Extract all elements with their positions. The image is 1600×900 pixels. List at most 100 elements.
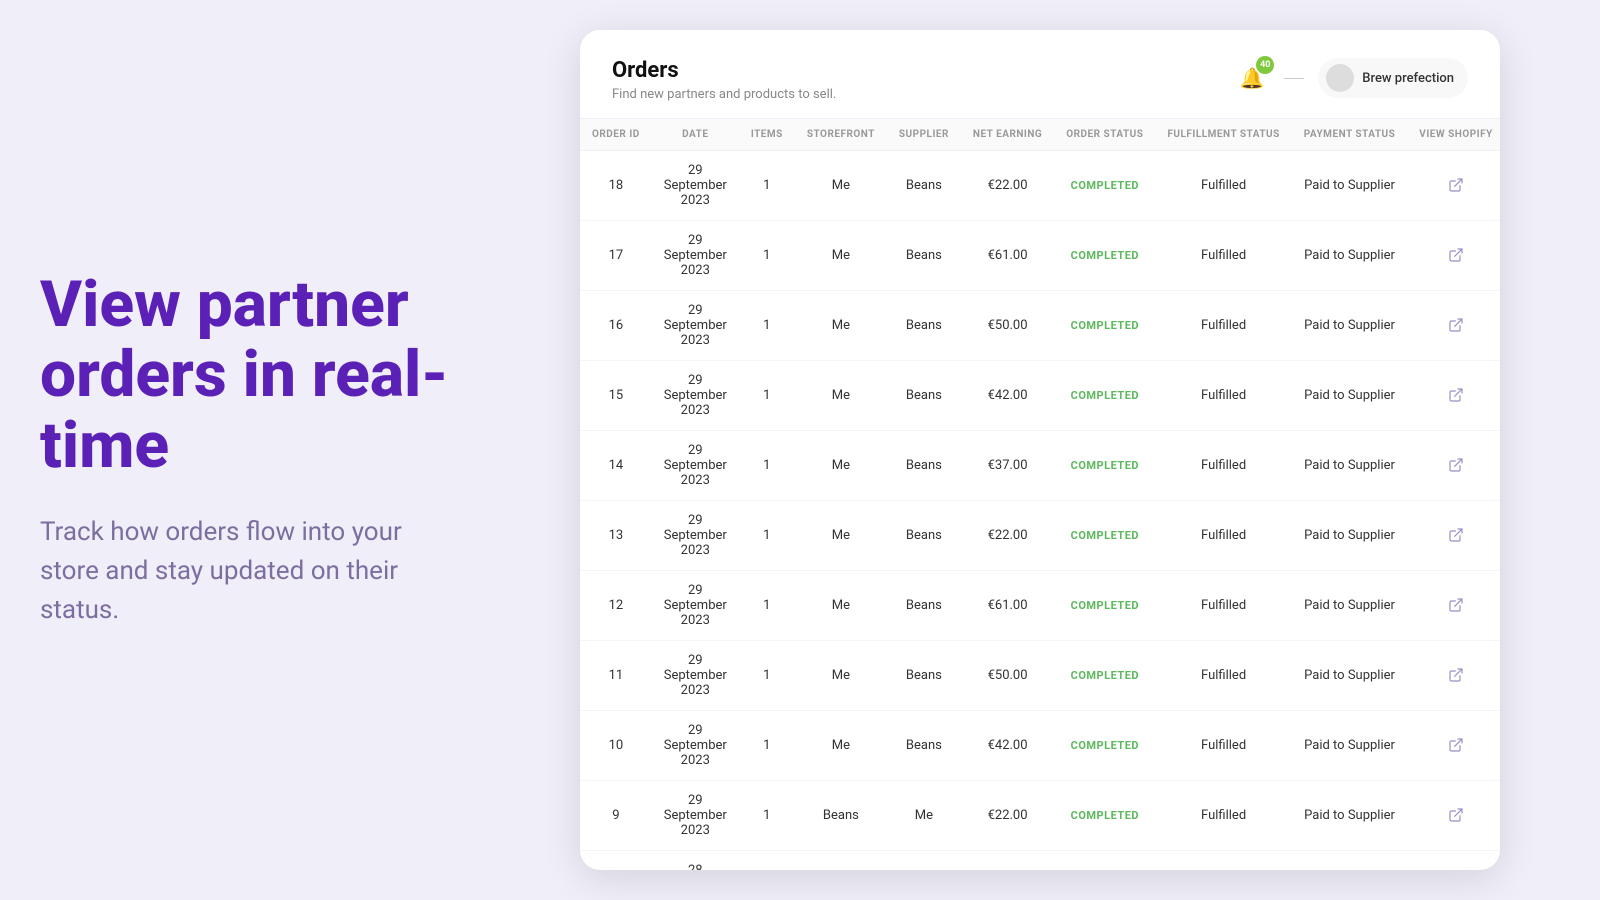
- cell-supplier: Beans: [887, 221, 961, 291]
- cell-order-id: 16: [580, 291, 652, 361]
- left-panel: View partner orders in real-time Track h…: [0, 230, 500, 670]
- cell-storefront: Me: [795, 361, 887, 431]
- orders-table: ORDER ID DATE ITEMS STOREFRONT SUPPLIER …: [580, 119, 1500, 870]
- cell-payment: Paid to Supplier: [1292, 431, 1408, 501]
- view-shopify-icon[interactable]: [1445, 664, 1467, 686]
- cell-supplier: Beans: [887, 571, 961, 641]
- user-info[interactable]: Brew prefection: [1318, 58, 1468, 98]
- cell-view-shopify[interactable]: [1407, 151, 1500, 221]
- cell-supplier: Beans: [887, 151, 961, 221]
- cell-order-id: 15: [580, 361, 652, 431]
- cell-date: 29 September 2023: [652, 571, 739, 641]
- table-row: 8 28 September 2023 1 Beans Me €37.00 CO…: [580, 851, 1500, 871]
- cell-order-id: 10: [580, 711, 652, 781]
- cell-earning: €61.00: [961, 571, 1054, 641]
- view-shopify-icon[interactable]: [1445, 734, 1467, 756]
- cell-earning: €37.00: [961, 431, 1054, 501]
- col-supplier: SUPPLIER: [887, 119, 961, 151]
- cell-order-status: COMPLETED: [1054, 431, 1155, 501]
- view-shopify-icon[interactable]: [1445, 804, 1467, 826]
- cell-date: 29 September 2023: [652, 291, 739, 361]
- cell-storefront: Me: [795, 501, 887, 571]
- cell-storefront: Me: [795, 641, 887, 711]
- view-shopify-icon[interactable]: [1445, 454, 1467, 476]
- cell-supplier: Beans: [887, 501, 961, 571]
- cell-view-shopify[interactable]: [1407, 431, 1500, 501]
- cell-view-shopify[interactable]: [1407, 501, 1500, 571]
- cell-items: 1: [739, 221, 795, 291]
- table-row: 18 29 September 2023 1 Me Beans €22.00 C…: [580, 151, 1500, 221]
- cell-order-id: 13: [580, 501, 652, 571]
- cell-fulfillment: Fulfilled: [1155, 151, 1291, 221]
- cell-payment: Paid to Supplier: [1292, 711, 1408, 781]
- cell-payment: Paid to Supplier: [1292, 291, 1408, 361]
- cell-date: 29 September 2023: [652, 711, 739, 781]
- cell-earning: €42.00: [961, 711, 1054, 781]
- col-storefront: STOREFRONT: [795, 119, 887, 151]
- notification-bell[interactable]: 🔔 40: [1234, 60, 1270, 96]
- cell-earning: €50.00: [961, 641, 1054, 711]
- cell-date: 29 September 2023: [652, 501, 739, 571]
- cell-supplier: Beans: [887, 711, 961, 781]
- header-divider: [1284, 78, 1304, 79]
- avatar: [1326, 64, 1354, 92]
- cell-fulfillment: Fulfilled: [1155, 781, 1291, 851]
- col-view-shopify: VIEW SHOPIFY: [1407, 119, 1500, 151]
- cell-payment: Paid to Supplier: [1292, 361, 1408, 431]
- cell-fulfillment: Fulfilled: [1155, 431, 1291, 501]
- cell-supplier: Beans: [887, 641, 961, 711]
- cell-fulfillment: Fulfilled: [1155, 221, 1291, 291]
- header-right: 🔔 40 Brew prefection: [1234, 58, 1468, 98]
- cell-earning: €22.00: [961, 781, 1054, 851]
- view-shopify-icon[interactable]: [1445, 384, 1467, 406]
- table-row: 17 29 September 2023 1 Me Beans €61.00 C…: [580, 221, 1500, 291]
- view-shopify-icon[interactable]: [1445, 524, 1467, 546]
- cell-order-status: COMPLETED: [1054, 781, 1155, 851]
- cell-view-shopify[interactable]: [1407, 781, 1500, 851]
- cell-fulfillment: Fulfilled: [1155, 361, 1291, 431]
- view-shopify-icon[interactable]: [1445, 594, 1467, 616]
- table-container: ORDER ID DATE ITEMS STOREFRONT SUPPLIER …: [580, 119, 1500, 870]
- hero-subtitle: Track how orders flow into your store an…: [40, 513, 460, 630]
- cell-storefront: Me: [795, 571, 887, 641]
- cell-items: 1: [739, 851, 795, 871]
- view-shopify-icon[interactable]: [1445, 174, 1467, 196]
- table-body: 18 29 September 2023 1 Me Beans €22.00 C…: [580, 151, 1500, 871]
- cell-order-id: 11: [580, 641, 652, 711]
- orders-title: Orders: [612, 58, 836, 83]
- cell-order-status: COMPLETED: [1054, 221, 1155, 291]
- cell-order-id: 18: [580, 151, 652, 221]
- card-header: Orders Find new partners and products to…: [580, 30, 1500, 119]
- cell-storefront: Me: [795, 291, 887, 361]
- cell-payment: Paid to Supplier: [1292, 641, 1408, 711]
- cell-supplier: Beans: [887, 361, 961, 431]
- view-shopify-icon[interactable]: [1445, 314, 1467, 336]
- table-row: 14 29 September 2023 1 Me Beans €37.00 C…: [580, 431, 1500, 501]
- cell-items: 1: [739, 571, 795, 641]
- col-net-earning: NET EARNING: [961, 119, 1054, 151]
- cell-order-status: COMPLETED: [1054, 151, 1155, 221]
- cell-fulfillment: Fulfilled: [1155, 711, 1291, 781]
- cell-view-shopify[interactable]: [1407, 221, 1500, 291]
- cell-earning: €42.00: [961, 361, 1054, 431]
- cell-order-id: 8: [580, 851, 652, 871]
- cell-date: 29 September 2023: [652, 781, 739, 851]
- cell-items: 1: [739, 641, 795, 711]
- cell-items: 1: [739, 151, 795, 221]
- cell-view-shopify[interactable]: [1407, 711, 1500, 781]
- cell-order-status: COMPLETED: [1054, 361, 1155, 431]
- orders-subtitle: Find new partners and products to sell.: [612, 87, 836, 102]
- cell-view-shopify[interactable]: [1407, 361, 1500, 431]
- user-name: Brew prefection: [1362, 71, 1454, 86]
- cell-view-shopify[interactable]: [1407, 291, 1500, 361]
- cell-payment: Paid to Supplier: [1292, 221, 1408, 291]
- view-shopify-icon[interactable]: [1445, 244, 1467, 266]
- cell-storefront: Me: [795, 221, 887, 291]
- cell-view-shopify[interactable]: [1407, 851, 1500, 871]
- cell-items: 1: [739, 711, 795, 781]
- table-row: 13 29 September 2023 1 Me Beans €22.00 C…: [580, 501, 1500, 571]
- cell-view-shopify[interactable]: [1407, 571, 1500, 641]
- cell-order-id: 14: [580, 431, 652, 501]
- cell-view-shopify[interactable]: [1407, 641, 1500, 711]
- cell-storefront: Me: [795, 711, 887, 781]
